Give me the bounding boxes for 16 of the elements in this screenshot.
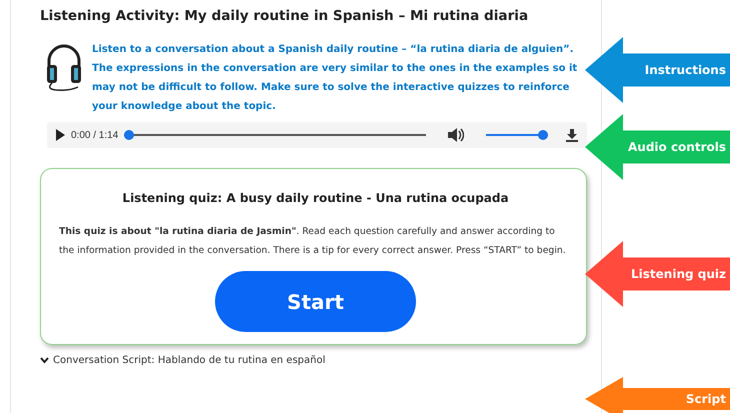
download-icon[interactable] (566, 128, 578, 142)
page-title: Listening Activity: My daily routine in Spanish – Mi rutina diaria (40, 8, 530, 24)
quiz-description: This quiz is about "la rutina diaria de Jasmin". Read each question carefully and answer according to the information provided in the conversation. There is a tip for every correct answer. Press “START” to begin. (59, 225, 567, 258)
volume-icon[interactable] (448, 128, 464, 142)
volume-slider[interactable] (486, 130, 548, 140)
volume-thumb[interactable] (538, 130, 548, 140)
time-display: 0:00 / 1:14 (71, 130, 118, 140)
quiz-title: Listening quiz: A busy daily routine - Una rutina ocupada (122, 191, 509, 205)
script-toggle[interactable]: Conversation Script: Hablando de tu rutina en español (40, 355, 326, 366)
headphones-icon (44, 43, 84, 91)
play-icon[interactable] (55, 129, 65, 141)
start-button[interactable]: Start (215, 271, 416, 332)
chevron-icon (40, 357, 49, 364)
progress-slider[interactable] (124, 130, 426, 140)
instructions-text: Listen to a conversation about a Spanish daily routine – “la rutina diaria de alguien”. The expressions in the conversation are very similar to the ones in the examples so it may not be difficult to follow. Make sure to solve the interactive quizzes to reinforce your knowledge about the topic. (92, 43, 578, 114)
progress-thumb[interactable] (124, 130, 134, 140)
